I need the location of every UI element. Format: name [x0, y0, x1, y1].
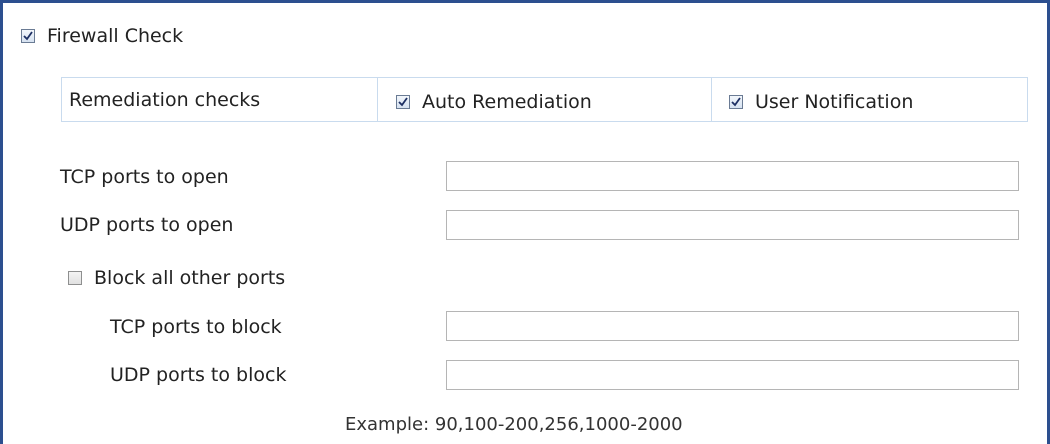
block-all-checkbox[interactable] [68, 271, 82, 285]
tcp-open-label: TCP ports to open [60, 166, 229, 188]
tcp-block-label: TCP ports to block [110, 316, 282, 338]
checkmark-icon [23, 31, 33, 41]
udp-block-label: UDP ports to block [110, 364, 287, 386]
firewall-check-checkbox[interactable] [21, 29, 35, 43]
block-all-row: Block all other ports [68, 267, 285, 289]
checkmark-icon [398, 96, 408, 106]
udp-open-label: UDP ports to open [60, 214, 234, 236]
user-notification-label: User Notification [755, 90, 914, 113]
udp-open-input[interactable] [446, 210, 1019, 240]
checkmark-icon [731, 96, 741, 106]
firewall-check-panel: Firewall Check Remediation checks Auto R… [0, 0, 1050, 444]
block-all-label: Block all other ports [94, 267, 286, 289]
auto-remediation-cell: Auto Remediation [378, 78, 712, 121]
firewall-check-row: Firewall Check [21, 25, 183, 47]
user-notification-checkbox[interactable] [729, 94, 743, 109]
tcp-block-input[interactable] [446, 311, 1019, 341]
remediation-checks-table: Remediation checks Auto Remediation User… [61, 77, 1028, 122]
tcp-open-input[interactable] [446, 161, 1019, 191]
remediation-checks-cell: Remediation checks [62, 78, 378, 121]
auto-remediation-label: Auto Remediation [422, 90, 592, 113]
firewall-check-label: Firewall Check [47, 25, 184, 47]
remediation-checks-label: Remediation checks [69, 88, 261, 111]
auto-remediation-checkbox[interactable] [396, 94, 410, 109]
port-format-example: Example: 90,100-200,256,1000-2000 [345, 414, 683, 435]
user-notification-cell: User Notification [712, 78, 1027, 121]
udp-block-input[interactable] [446, 360, 1019, 390]
